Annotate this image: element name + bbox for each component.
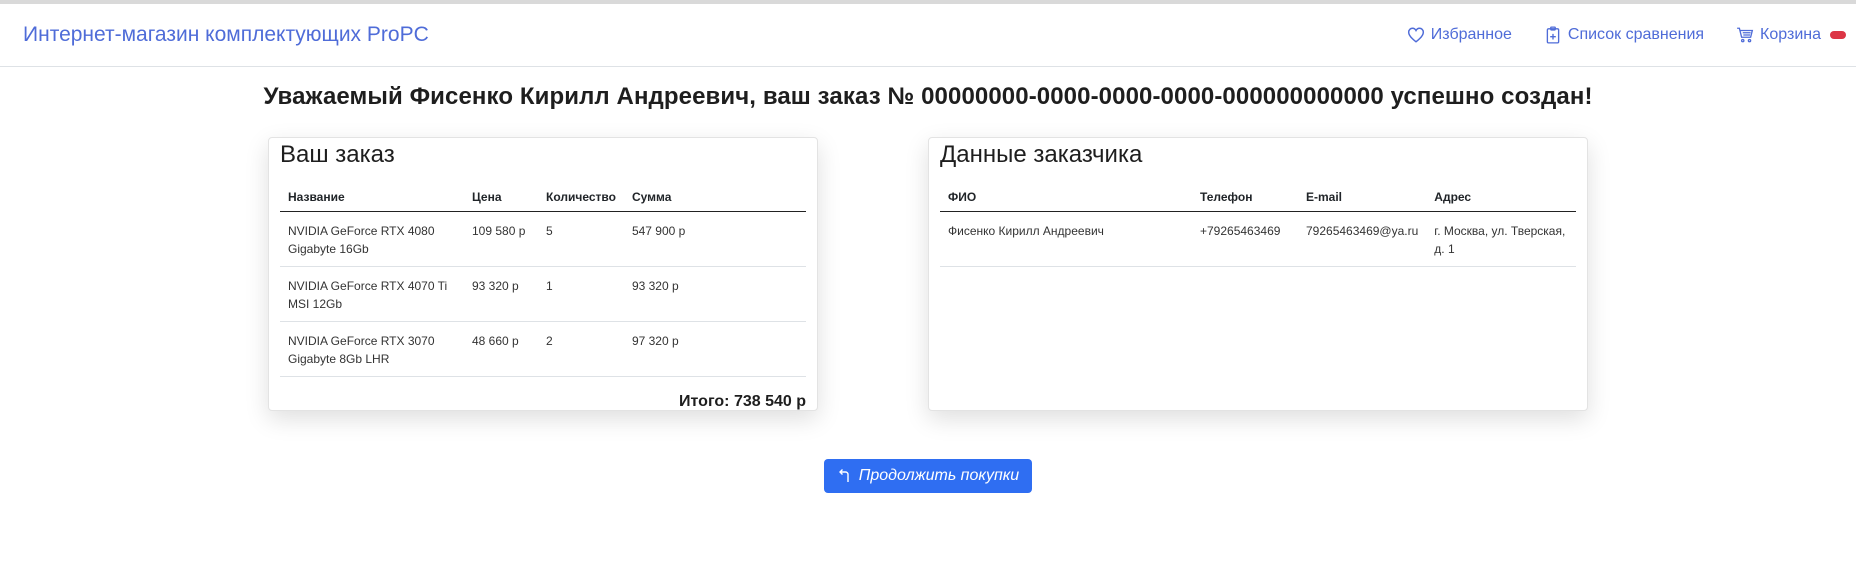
navbar: Интернет-магазин комплектующих ProPC Изб… <box>0 4 1856 67</box>
customer-name: Фисенко Кирилл Андреевич <box>940 211 1192 267</box>
product-name: NVIDIA GeForce RTX 3070 Gigabyte 8Gb LHR <box>280 321 464 377</box>
column-header: E-mail <box>1298 182 1427 212</box>
column-header: Адрес <box>1426 182 1576 212</box>
button-wrapper: Продолжить покупки <box>0 459 1856 493</box>
product-sum: 97 320 р <box>623 321 806 377</box>
customer-card: Данные заказчика ФИО Телефон E-mail Адре… <box>928 137 1588 411</box>
column-header: ФИО <box>940 182 1192 212</box>
column-header: Название <box>280 182 464 212</box>
continue-shopping-label: Продолжить покупки <box>858 467 1020 484</box>
product-name: NVIDIA GeForce RTX 4080 Gigabyte 16Gb <box>280 211 464 267</box>
column-header: Телефон <box>1192 182 1298 212</box>
column-header: Цена <box>464 182 538 212</box>
column-header: Количество <box>538 182 624 212</box>
product-name: NVIDIA GeForce RTX 4070 Ti MSI 12Gb <box>280 266 464 322</box>
customer-phone: +79265463469 <box>1192 211 1298 267</box>
product-price: 93 320 р <box>464 266 538 322</box>
product-price: 48 660 р <box>464 321 538 377</box>
page-title: Уважаемый Фисенко Кирилл Андреевич, ваш … <box>263 83 1593 110</box>
favorites-label: Избранное <box>1430 26 1512 43</box>
order-card: Ваш заказ Название Цена Количество Сумма… <box>268 137 818 411</box>
brand-link[interactable]: Интернет-магазин комплектующих ProPC <box>23 23 429 47</box>
table-row: NVIDIA GeForce RTX 3070 Gigabyte 8Gb LHR… <box>280 321 806 377</box>
customer-table-header: ФИО Телефон E-mail Адрес <box>940 182 1576 212</box>
table-row: NVIDIA GeForce RTX 4070 Ti MSI 12Gb 93 3… <box>280 266 806 322</box>
column-header: Сумма <box>623 182 806 212</box>
cart-count-badge <box>1830 31 1846 39</box>
product-sum: 93 320 р <box>623 266 806 322</box>
cart-link[interactable]: Корзина <box>1736 26 1846 44</box>
compare-link[interactable]: Список сравнения <box>1544 26 1704 44</box>
table-row: NVIDIA GeForce RTX 4080 Gigabyte 16Gb 10… <box>280 211 806 267</box>
product-quantity: 5 <box>538 211 624 267</box>
favorites-link[interactable]: Избранное <box>1407 26 1512 44</box>
order-table-header: Название Цена Количество Сумма <box>280 182 806 212</box>
cards-container: Ваш заказ Название Цена Количество Сумма… <box>0 137 1856 427</box>
nav-links: Избранное Список сравнения Корзина <box>1407 26 1846 44</box>
product-sum: 547 900 р <box>623 211 806 267</box>
customer-address: г. Москва, ул. Тверская, д. 1 <box>1426 211 1576 267</box>
product-price: 109 580 р <box>464 211 538 267</box>
cart-icon <box>1737 27 1754 43</box>
cart-label: Корзина <box>1760 26 1821 43</box>
heart-icon <box>1407 27 1424 43</box>
continue-shopping-button[interactable]: Продолжить покупки <box>823 459 1033 493</box>
order-total: Итого: 738 540 р <box>679 393 806 410</box>
product-quantity: 2 <box>538 321 624 377</box>
return-arrow-icon <box>838 469 849 482</box>
customer-heading: Данные заказчика <box>940 141 1143 168</box>
customer-table: ФИО Телефон E-mail Адрес Фисенко Кирилл … <box>940 182 1576 267</box>
customer-email: 79265463469@ya.ru <box>1298 211 1427 267</box>
compare-label: Список сравнения <box>1567 26 1705 43</box>
order-table: Название Цена Количество Сумма NVIDIA Ge… <box>280 182 806 377</box>
table-row: Фисенко Кирилл Андреевич +79265463469 79… <box>940 211 1576 267</box>
product-quantity: 1 <box>538 266 624 322</box>
order-heading: Ваш заказ <box>280 141 395 168</box>
clipboard-plus-icon <box>1546 26 1560 44</box>
